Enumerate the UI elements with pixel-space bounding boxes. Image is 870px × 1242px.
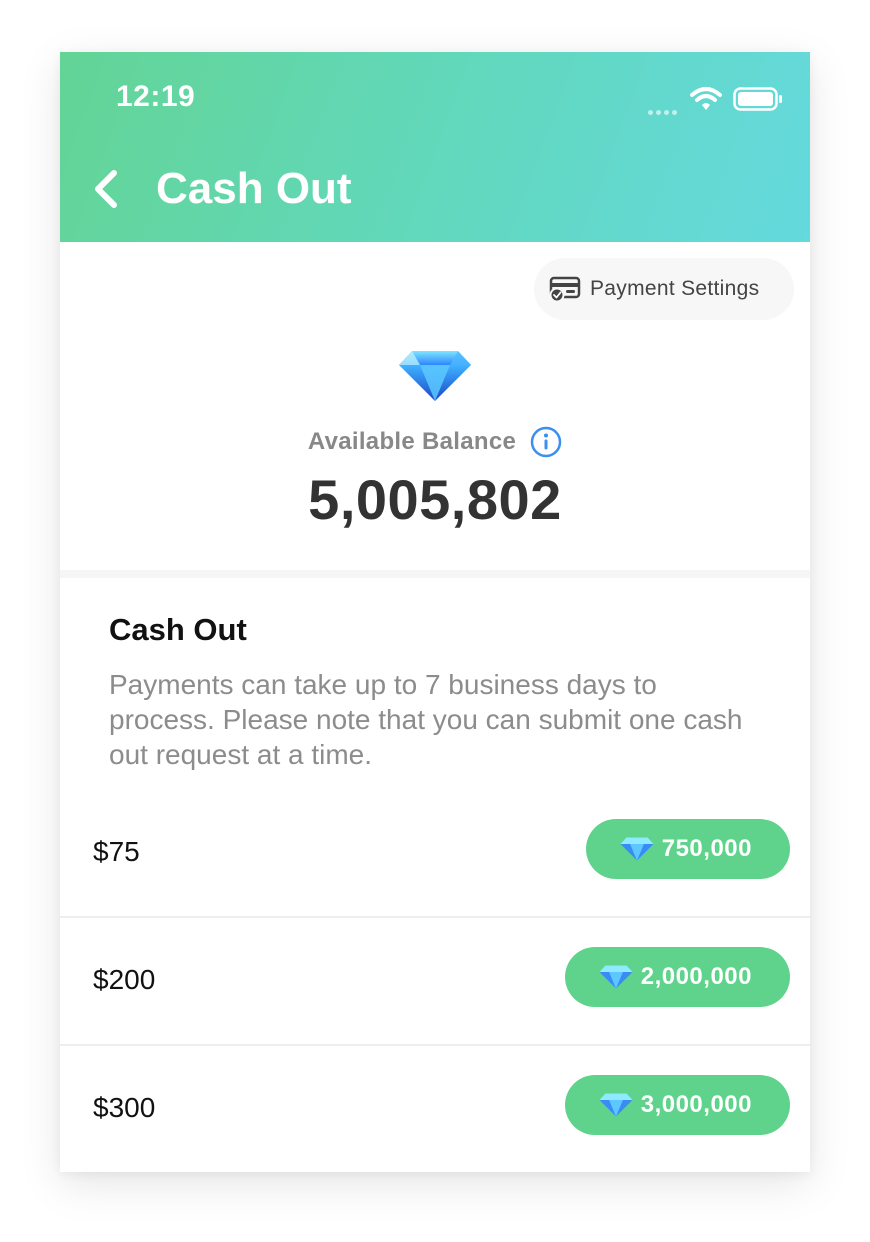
available-balance-label: Available Balance (307, 428, 517, 455)
option-amount: $300 (93, 1092, 156, 1123)
info-icon[interactable] (530, 426, 562, 458)
option-amount: $75 (93, 836, 140, 867)
available-balance-row: Available Balance (60, 424, 810, 460)
redeem-3000000-button[interactable]: 3,000,000 (564, 1075, 790, 1135)
diamond-icon (399, 351, 471, 401)
header-bar: 12:19 Cash Out (60, 52, 810, 242)
section-description: Payments can take up to 7 business days … (109, 669, 743, 770)
phone-screen: 12:19 Cash Out Payment Settings Availabl… (60, 52, 810, 1172)
section-title: Cash Out (109, 612, 247, 647)
cash-out-option-row: $200 2,000,000 (60, 918, 810, 1046)
diamond-cost: 750,000 (661, 835, 752, 862)
back-chevron-icon[interactable] (86, 164, 126, 214)
battery-icon (733, 87, 782, 111)
page-title: Cash Out (156, 164, 352, 213)
diamond-icon (599, 1093, 633, 1117)
option-amount: $200 (93, 964, 156, 995)
diamond-cost: 3,000,000 (640, 1091, 752, 1118)
diamond-icon (620, 837, 654, 861)
status-time: 12:19 (116, 80, 196, 113)
balance-value: 5,005,802 (308, 468, 562, 531)
cellular-signal-icon (648, 102, 680, 120)
redeem-2000000-button[interactable]: 2,000,000 (564, 947, 790, 1007)
payment-settings-button[interactable]: Payment Settings (534, 258, 794, 320)
section-separator (60, 570, 810, 578)
card-settings-icon (549, 276, 581, 303)
cash-out-option-row: $300 3,000,000 (60, 1046, 810, 1172)
cash-out-option-row: $75 750,000 (60, 790, 810, 918)
redeem-750000-button[interactable]: 750,000 (585, 819, 790, 879)
diamond-icon (599, 965, 633, 989)
diamond-cost: 2,000,000 (640, 963, 752, 990)
payment-settings-label: Payment Settings (590, 277, 760, 300)
wifi-icon (690, 87, 722, 110)
